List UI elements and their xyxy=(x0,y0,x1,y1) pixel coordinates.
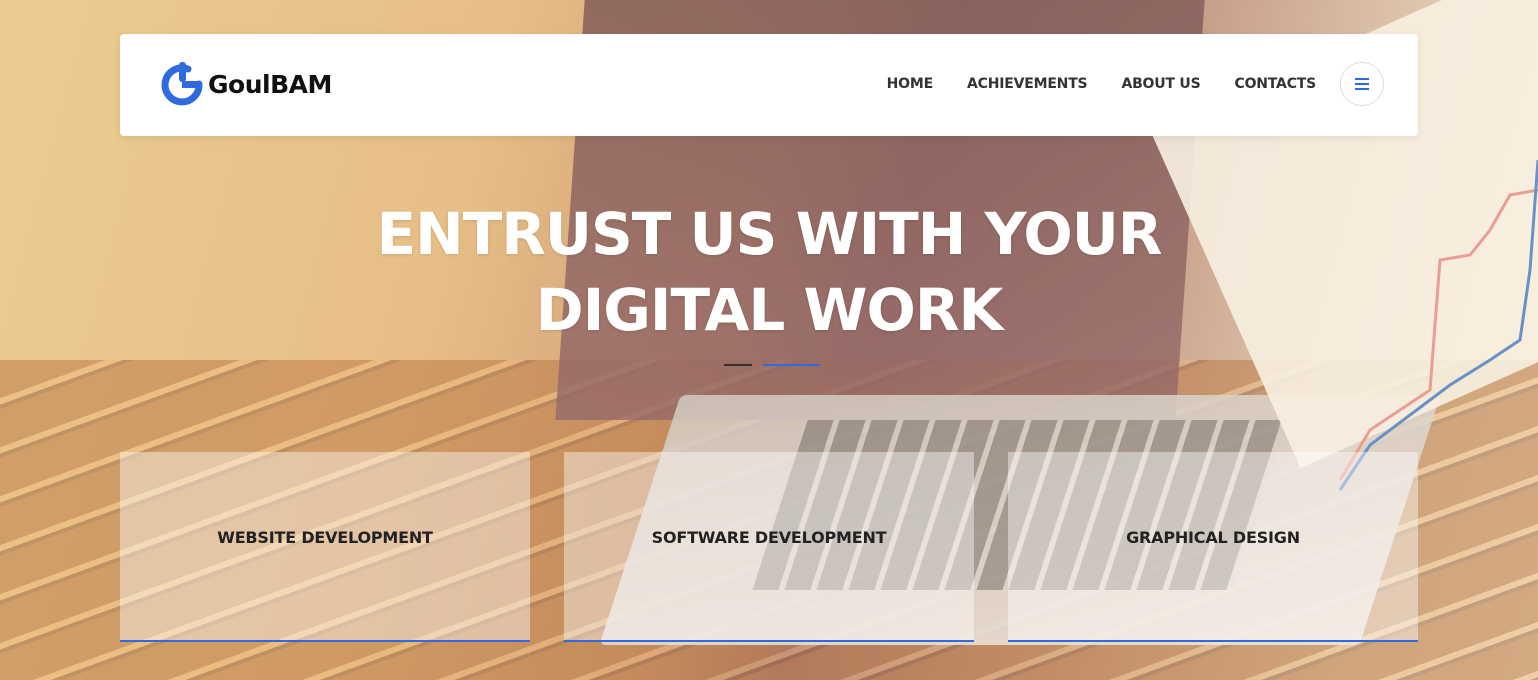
hero-title-line-2: DIGITAL WORK xyxy=(535,276,1004,344)
hero-title-line-1: ENTRUST US WITH YOUR xyxy=(376,200,1163,268)
divider-short-line xyxy=(724,364,752,366)
service-card-label: GRAPHICAL DESIGN xyxy=(1126,527,1300,547)
divider-accent-line xyxy=(763,364,820,366)
brand-name: GoulBAM xyxy=(208,69,332,99)
logo-link[interactable]: GoulBAM xyxy=(158,60,332,108)
main-nav: HOME ACHIEVEMENTS ABOUT US CONTACTS xyxy=(887,62,1384,106)
nav-item-achievements[interactable]: ACHIEVEMENTS xyxy=(967,76,1088,92)
nav-item-home[interactable]: HOME xyxy=(887,76,934,92)
service-card-label: SOFTWARE DEVELOPMENT xyxy=(651,527,887,547)
service-card-software[interactable]: SOFTWARE DEVELOPMENT xyxy=(564,452,974,642)
hero-section: GoulBAM HOME ACHIEVEMENTS ABOUT US CONTA… xyxy=(0,0,1538,680)
service-card-label: WEBSITE DEVELOPMENT xyxy=(217,527,433,547)
nav-item-contacts[interactable]: CONTACTS xyxy=(1235,76,1317,92)
site-header: GoulBAM HOME ACHIEVEMENTS ABOUT US CONTA… xyxy=(120,34,1418,136)
menu-button[interactable] xyxy=(1340,62,1384,106)
hamburger-menu-icon xyxy=(1355,78,1369,90)
hero-title: ENTRUST US WITH YOUR DIGITAL WORK xyxy=(0,196,1538,348)
service-card-website[interactable]: WEBSITE DEVELOPMENT xyxy=(120,452,530,642)
title-divider xyxy=(724,364,820,366)
power-g-icon xyxy=(161,62,203,106)
service-card-graphic[interactable]: GRAPHICAL DESIGN xyxy=(1008,452,1418,642)
nav-item-about-us[interactable]: ABOUT US xyxy=(1121,76,1200,92)
